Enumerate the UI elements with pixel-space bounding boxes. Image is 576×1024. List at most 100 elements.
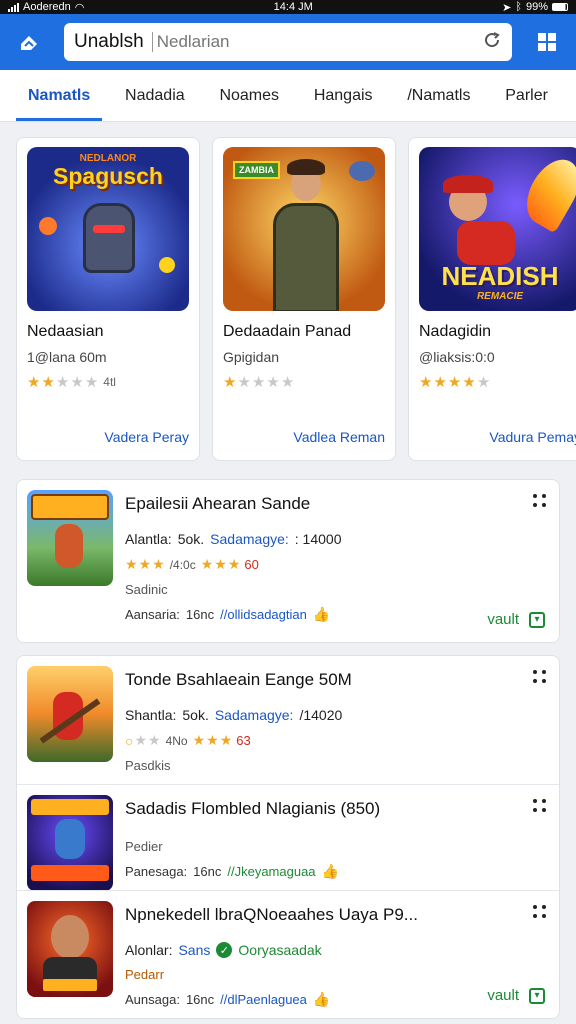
app-header: Unablsh xyxy=(0,14,576,70)
meta-label: Shantla: xyxy=(125,707,177,723)
list-item-title: Npnekedell lbraQNoeaahes Uaya P9... xyxy=(125,905,418,923)
vault-icon: ▾ xyxy=(529,987,545,1004)
footer-link[interactable]: //dlPaenlaguea xyxy=(220,992,307,1007)
star-icon: ★ xyxy=(219,732,233,748)
meta-value: 5ok. xyxy=(182,707,209,723)
more-options-icon[interactable] xyxy=(533,799,547,813)
character-face xyxy=(51,915,89,959)
vault-label: vault xyxy=(487,987,519,1004)
signal-icon xyxy=(8,2,19,12)
star-icon: ★ xyxy=(462,374,476,391)
hero-body xyxy=(457,221,515,265)
card-action-link[interactable]: Vadlea Reman xyxy=(223,429,385,451)
tab-noames[interactable]: Noames xyxy=(207,70,291,121)
star-icon: ★ xyxy=(148,732,161,748)
meta-label: Alonlar: xyxy=(125,942,173,958)
card-action-link[interactable]: Vadera Peray xyxy=(27,429,189,451)
star-icon: ★ xyxy=(280,374,295,391)
vault-label: vault xyxy=(487,611,519,628)
featured-card[interactable]: NEDLANOR Spagusch Nedaasian 1@lana 60m ★… xyxy=(16,137,200,461)
rating: ★ ★ ★ ★ ★ xyxy=(223,373,385,391)
list-item-footer: Aunsaga: 16nc //dlPaenlaguea 👍 xyxy=(125,991,549,1008)
meta-link[interactable]: Sadamagye: xyxy=(210,531,289,547)
footer-label: Panesaga: xyxy=(125,864,188,879)
meta-link[interactable]: Ooryasaadak xyxy=(238,942,321,958)
list-item-rating: ★ ★ ★ /4:0c ★ ★ ★ 60 xyxy=(125,556,549,573)
grid-icon[interactable] xyxy=(530,25,564,59)
rating-count: 4tl xyxy=(103,375,116,389)
more-options-icon[interactable] xyxy=(533,905,547,919)
star-icon: ★ xyxy=(447,374,462,391)
tab-hangais[interactable]: Hangais xyxy=(302,70,385,121)
footer-value: 16nc xyxy=(185,607,215,622)
app-list-card: Tonde Bsahlaeain Eange 50M Shantla: 5ok.… xyxy=(16,655,560,1019)
vault-button[interactable]: vault ▾ xyxy=(487,987,545,1004)
vault-button[interactable]: vault ▾ xyxy=(487,611,545,628)
thumbs-up-icon[interactable]: 👍 xyxy=(313,606,330,623)
battery-icon xyxy=(551,3,568,11)
hero-hair xyxy=(287,159,325,175)
search-input[interactable] xyxy=(151,32,474,52)
art-caption-top: REMACIE xyxy=(476,291,524,302)
tab-parler[interactable]: Parler xyxy=(493,70,560,121)
footer-label: Aunsaga: xyxy=(125,992,180,1007)
star-icon: ★ xyxy=(84,374,99,391)
rating: ★ ★ ★ ★ ★ 4tl xyxy=(27,373,189,391)
card-subtitle: Gpigidan xyxy=(223,349,280,365)
footer-link[interactable]: //Jkeyamaguaa xyxy=(227,864,315,879)
star-icon: ★ xyxy=(227,556,241,572)
hero-body xyxy=(273,203,339,311)
thumbs-up-icon[interactable]: 👍 xyxy=(322,863,339,880)
shield-icon[interactable] xyxy=(12,25,46,59)
orb-decoration xyxy=(39,217,57,235)
star-icon: ★ xyxy=(70,374,84,391)
thumbnail-caption xyxy=(31,799,109,815)
list-item[interactable]: Npnekedell lbraQNoeaahes Uaya P9... Alon… xyxy=(17,890,559,1018)
card-action-link[interactable]: Vadura Pemay xyxy=(419,429,576,451)
game-thumbnail xyxy=(27,795,113,891)
card-subtitle: @liaksis:0:0 xyxy=(419,349,495,365)
list-item-meta: Alonlar: Sans ✓ Ooryasaadak xyxy=(125,942,549,958)
clock: 14:4 JM xyxy=(273,1,313,13)
list-item[interactable]: Sadadis Flombled Nlagianis (850) Pedier … xyxy=(17,784,559,891)
list-item-body: Epailesii Ahearan Sande Alantla: 5ok. Sa… xyxy=(125,490,549,632)
list-item-footer: Aansaria: 16nc //ollidsadagtian 👍 xyxy=(125,606,549,623)
more-options-icon[interactable] xyxy=(533,670,547,684)
list-item[interactable]: Tonde Bsahlaeain Eange 50M Shantla: 5ok.… xyxy=(17,656,559,784)
star-icon: ★ xyxy=(27,374,41,391)
category-tabs: Namatls Nadadia Noames Hangais /Namatls … xyxy=(0,70,576,122)
more-options-icon[interactable] xyxy=(533,494,547,508)
footer-value: 16nc xyxy=(193,864,222,879)
robot-character xyxy=(83,203,135,273)
list-item-body: Tonde Bsahlaeain Eange 50M Shantla: 5ok.… xyxy=(125,666,549,774)
status-bar: Aoderedn ◠ 14:4 JM ➤ ᛒ 99% xyxy=(0,0,576,14)
game-artwork: NEDLANOR Spagusch xyxy=(27,147,189,311)
check-icon: ✓ xyxy=(216,942,233,958)
tab-namatls[interactable]: Namatls xyxy=(16,70,103,121)
featured-card[interactable]: ZAMBIA Dedaadain Panad Gpigidan ★ ★ ★ ★ ★ Va… xyxy=(212,137,396,461)
featured-card[interactable]: NEADISH REMACIE Nadagidin @liaksis:0:0 ★… xyxy=(408,137,576,461)
star-icon: ★ xyxy=(433,374,447,391)
robot-eyes xyxy=(93,225,125,233)
tab-namatls-2[interactable]: /Namatls xyxy=(395,70,482,121)
art-caption: NEADISH xyxy=(441,261,559,291)
thumbs-up-icon[interactable]: 👍 xyxy=(313,991,330,1008)
list-item-tag: Sadinic xyxy=(125,582,168,597)
list-item-rating: ○ ★ ★ 4No ★ ★ ★ 63 xyxy=(125,732,549,749)
game-artwork: ZAMBIA xyxy=(223,147,385,311)
list-item-meta: Alantla: 5ok. Sadamagye: : 14000 xyxy=(125,531,549,547)
list-item[interactable]: Epailesii Ahearan Sande Alantla: 5ok. Sa… xyxy=(17,480,559,642)
art-caption: Spagusch xyxy=(53,163,163,189)
meta-link[interactable]: Sadamagye: xyxy=(215,707,294,723)
list-item-meta: Shantla: 5ok. Sadamagye: /14020 xyxy=(125,707,549,723)
game-thumbnail xyxy=(27,901,113,997)
footer-link[interactable]: //ollidsadagtian xyxy=(220,607,307,622)
tab-nadadia[interactable]: Nadadia xyxy=(113,70,197,121)
character-body xyxy=(43,957,97,981)
refresh-icon[interactable] xyxy=(482,30,502,55)
star-icon: ★ xyxy=(237,374,251,391)
card-title: Nedaasian xyxy=(27,323,104,340)
star-icon: ★ xyxy=(138,556,152,572)
footer-value: 16nc xyxy=(185,992,215,1007)
search-bar[interactable]: Unablsh xyxy=(64,23,512,61)
